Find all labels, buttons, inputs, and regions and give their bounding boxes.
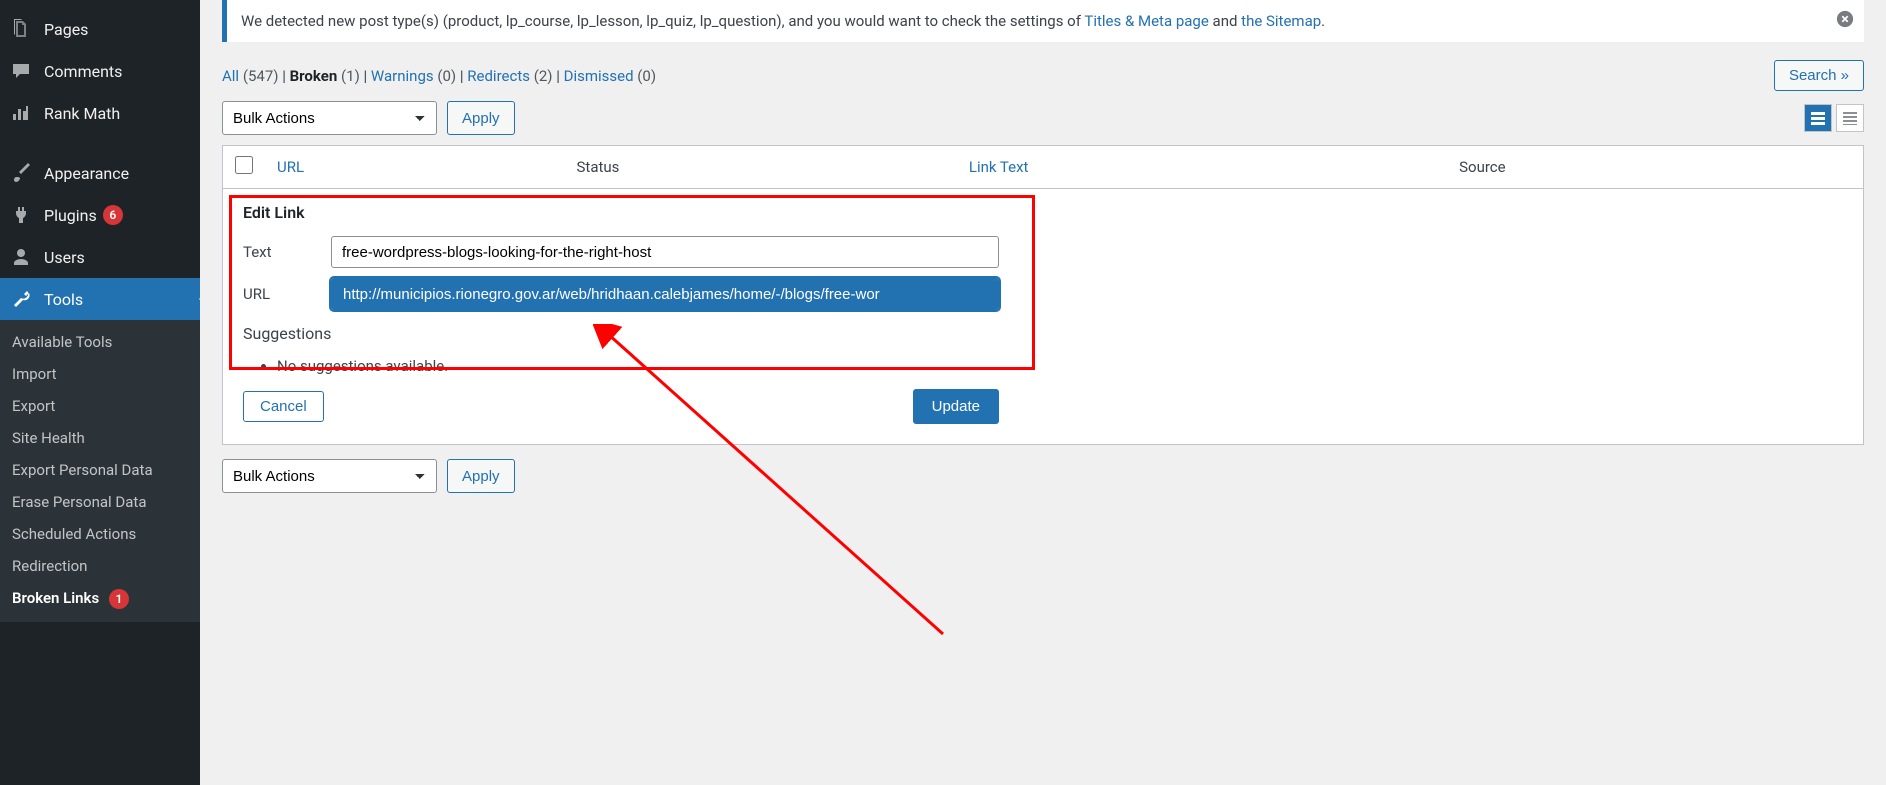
submenu-export[interactable]: Export bbox=[0, 390, 200, 422]
sidebar-label: Appearance bbox=[44, 164, 129, 183]
list-view-button[interactable] bbox=[1804, 104, 1832, 132]
submenu-import[interactable]: Import bbox=[0, 358, 200, 390]
suggestions-heading: Suggestions bbox=[243, 324, 1843, 343]
submenu-site-health[interactable]: Site Health bbox=[0, 422, 200, 454]
status-filters: All (547) | Broken (1) | Warnings (0) | … bbox=[222, 67, 656, 85]
text-label: Text bbox=[243, 243, 331, 261]
submenu-export-personal-data[interactable]: Export Personal Data bbox=[0, 454, 200, 486]
sidebar-item-rankmath[interactable]: Rank Math bbox=[0, 92, 200, 134]
filter-warnings[interactable]: Warnings bbox=[371, 67, 434, 85]
admin-notice: We detected new post type(s) (product, l… bbox=[222, 0, 1864, 42]
user-icon bbox=[10, 246, 32, 268]
col-url[interactable]: URL bbox=[265, 146, 565, 189]
filter-count: (1) bbox=[341, 67, 360, 85]
bulk-actions-select[interactable]: Bulk Actions bbox=[222, 101, 437, 135]
sidebar-item-users[interactable]: Users bbox=[0, 236, 200, 278]
submenu-scheduled-actions[interactable]: Scheduled Actions bbox=[0, 518, 200, 550]
notice-text: We detected new post type(s) (product, l… bbox=[241, 12, 1084, 30]
col-status: Status bbox=[565, 146, 957, 189]
notice-text: . bbox=[1321, 12, 1325, 30]
sidebar-item-tools[interactable]: Tools bbox=[0, 278, 200, 320]
filter-redirects[interactable]: Redirects bbox=[467, 67, 530, 85]
sidebar-label: Rank Math bbox=[44, 104, 120, 123]
col-link-text[interactable]: Link Text bbox=[957, 146, 1447, 189]
col-source: Source bbox=[1447, 146, 1863, 189]
no-suggestions-text: No suggestions available. bbox=[277, 357, 1843, 375]
main-content: We detected new post type(s) (product, l… bbox=[200, 0, 1886, 785]
notice-text: and bbox=[1209, 12, 1241, 30]
submenu-label: Broken Links bbox=[12, 589, 99, 607]
close-icon[interactable] bbox=[1836, 10, 1854, 32]
submenu-erase-personal-data[interactable]: Erase Personal Data bbox=[0, 486, 200, 518]
sidebar-label: Plugins bbox=[44, 206, 97, 225]
view-toggle bbox=[1804, 104, 1864, 132]
edit-link-panel: Edit Link Text URL Suggestions No sugges… bbox=[222, 189, 1864, 445]
notice-link-titles[interactable]: Titles & Meta page bbox=[1084, 12, 1208, 30]
wrench-icon bbox=[10, 288, 32, 310]
admin-sidebar: Pages Comments Rank Math Appearance Plug… bbox=[0, 0, 200, 785]
update-badge: 6 bbox=[103, 205, 123, 225]
sidebar-label: Comments bbox=[44, 62, 122, 81]
filter-all[interactable]: All bbox=[222, 67, 239, 85]
brush-icon bbox=[10, 162, 32, 184]
sidebar-label: Tools bbox=[44, 290, 83, 309]
notice-link-sitemap[interactable]: the Sitemap bbox=[1241, 12, 1321, 30]
chart-icon bbox=[10, 102, 32, 124]
sidebar-item-plugins[interactable]: Plugins 6 bbox=[0, 194, 200, 236]
sidebar-label: Users bbox=[44, 248, 85, 267]
filter-count: (547) bbox=[243, 67, 279, 85]
submenu-redirection[interactable]: Redirection bbox=[0, 550, 200, 582]
filter-count: (0) bbox=[637, 67, 656, 85]
apply-button-bottom[interactable]: Apply bbox=[447, 459, 515, 493]
filter-count: (0) bbox=[437, 67, 456, 85]
select-all-checkbox[interactable] bbox=[235, 156, 253, 174]
update-badge: 1 bbox=[109, 589, 129, 609]
compact-view-button[interactable] bbox=[1836, 104, 1864, 132]
link-url-input[interactable] bbox=[331, 278, 999, 310]
sidebar-item-appearance[interactable]: Appearance bbox=[0, 152, 200, 194]
plug-icon bbox=[10, 204, 32, 226]
update-button[interactable]: Update bbox=[913, 389, 999, 424]
links-table: URL Status Link Text Source bbox=[222, 145, 1864, 189]
sidebar-label: Pages bbox=[44, 20, 88, 39]
bulk-actions-select-bottom[interactable]: Bulk Actions bbox=[222, 459, 437, 493]
apply-button[interactable]: Apply bbox=[447, 101, 515, 135]
comments-icon bbox=[10, 60, 32, 82]
filter-count: (2) bbox=[534, 67, 553, 85]
link-text-input[interactable] bbox=[331, 236, 999, 268]
tools-submenu: Available Tools Import Export Site Healt… bbox=[0, 320, 200, 622]
pages-icon bbox=[10, 18, 32, 40]
submenu-available-tools[interactable]: Available Tools bbox=[0, 326, 200, 358]
url-label: URL bbox=[243, 285, 331, 303]
search-button[interactable]: Search » bbox=[1774, 60, 1864, 91]
sidebar-item-comments[interactable]: Comments bbox=[0, 50, 200, 92]
filter-broken: Broken bbox=[290, 67, 338, 85]
suggestions-list: No suggestions available. bbox=[253, 351, 1843, 389]
edit-link-title: Edit Link bbox=[243, 203, 1843, 222]
sidebar-item-pages[interactable]: Pages bbox=[0, 8, 200, 50]
cancel-button[interactable]: Cancel bbox=[243, 391, 324, 422]
filter-dismissed[interactable]: Dismissed bbox=[564, 67, 634, 85]
select-all-col bbox=[223, 146, 266, 189]
submenu-broken-links[interactable]: Broken Links 1 bbox=[0, 582, 200, 616]
